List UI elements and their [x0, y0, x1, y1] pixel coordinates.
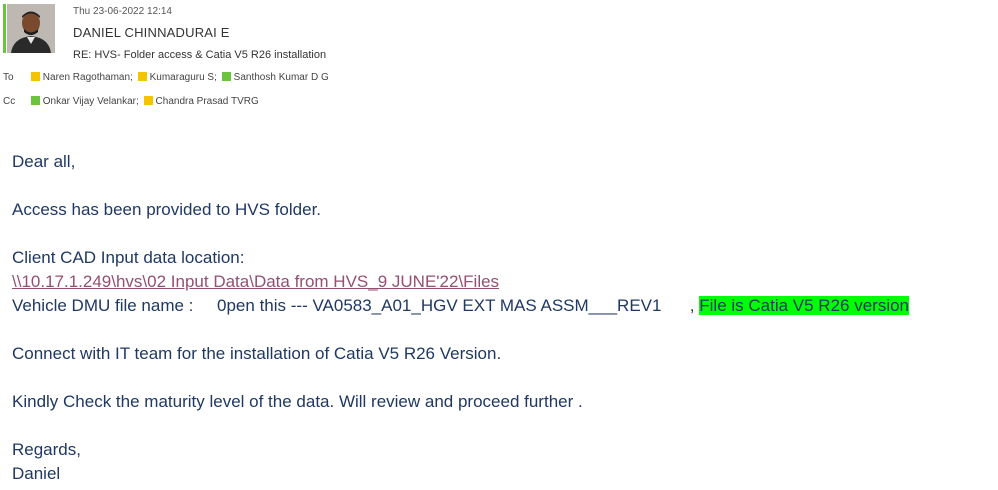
recipient-cc[interactable]: Onkar Vijay Velankar; [30, 96, 139, 107]
presence-icon [30, 72, 40, 81]
email-header: Thu 23-06-2022 12:14 DANIEL CHINNADURAI … [0, 0, 998, 120]
presence-icon [137, 72, 147, 81]
signature: Daniel [12, 464, 61, 483]
presence-icon [221, 72, 231, 81]
sender-name[interactable]: DANIEL CHINNADURAI E [73, 25, 230, 40]
dmu-text: Vehicle DMU file name : 0pen this --- VA… [12, 296, 700, 315]
to-label: To [3, 72, 14, 83]
recipient-to[interactable]: Naren Ragothaman; [30, 72, 133, 83]
access-line: Access has been provided to HVS folder. [12, 200, 322, 219]
it-line: Connect with IT team for the installatio… [12, 344, 502, 363]
recipient-to[interactable]: Kumaraguru S; [137, 72, 217, 83]
location-path-link[interactable]: \\10.17.1.249\hvs\02 Input Data\Data fro… [12, 272, 499, 291]
greeting: Dear all, [12, 152, 76, 171]
regards: Regards, [12, 440, 81, 459]
presence-icon [30, 96, 40, 105]
presence-icon [143, 96, 153, 105]
cc-recipients: Cc Onkar Vijay Velankar; Chandra Prasad … [3, 96, 261, 107]
sent-date: Thu 23-06-2022 12:14 [73, 6, 172, 17]
email-subject: RE: HVS- Folder access & Catia V5 R26 in… [73, 49, 327, 61]
recipient-name: Onkar Vijay Velankar; [42, 96, 139, 107]
recipient-name: Chandra Prasad TVRG [155, 96, 259, 107]
version-highlight: File is Catia V5 R26 version [699, 296, 910, 315]
email-body: Dear all, Access has been provided to HV… [12, 150, 987, 486]
check-line: Kindly Check the maturity level of the d… [12, 392, 583, 411]
sender-avatar[interactable] [7, 4, 55, 53]
recipient-name: Kumaraguru S; [149, 72, 217, 83]
to-recipients: To Naren Ragothaman; Kumaraguru S; Santh… [3, 72, 331, 83]
presence-indicator [3, 4, 6, 53]
recipient-name: Santhosh Kumar D G [233, 72, 329, 83]
dmu-line: Vehicle DMU file name : 0pen this --- VA… [12, 294, 987, 318]
recipient-cc[interactable]: Chandra Prasad TVRG [143, 96, 259, 107]
recipient-to[interactable]: Santhosh Kumar D G [221, 72, 329, 83]
cc-label: Cc [3, 96, 16, 107]
location-label: Client CAD Input data location: [12, 248, 245, 267]
recipient-name: Naren Ragothaman; [42, 72, 133, 83]
